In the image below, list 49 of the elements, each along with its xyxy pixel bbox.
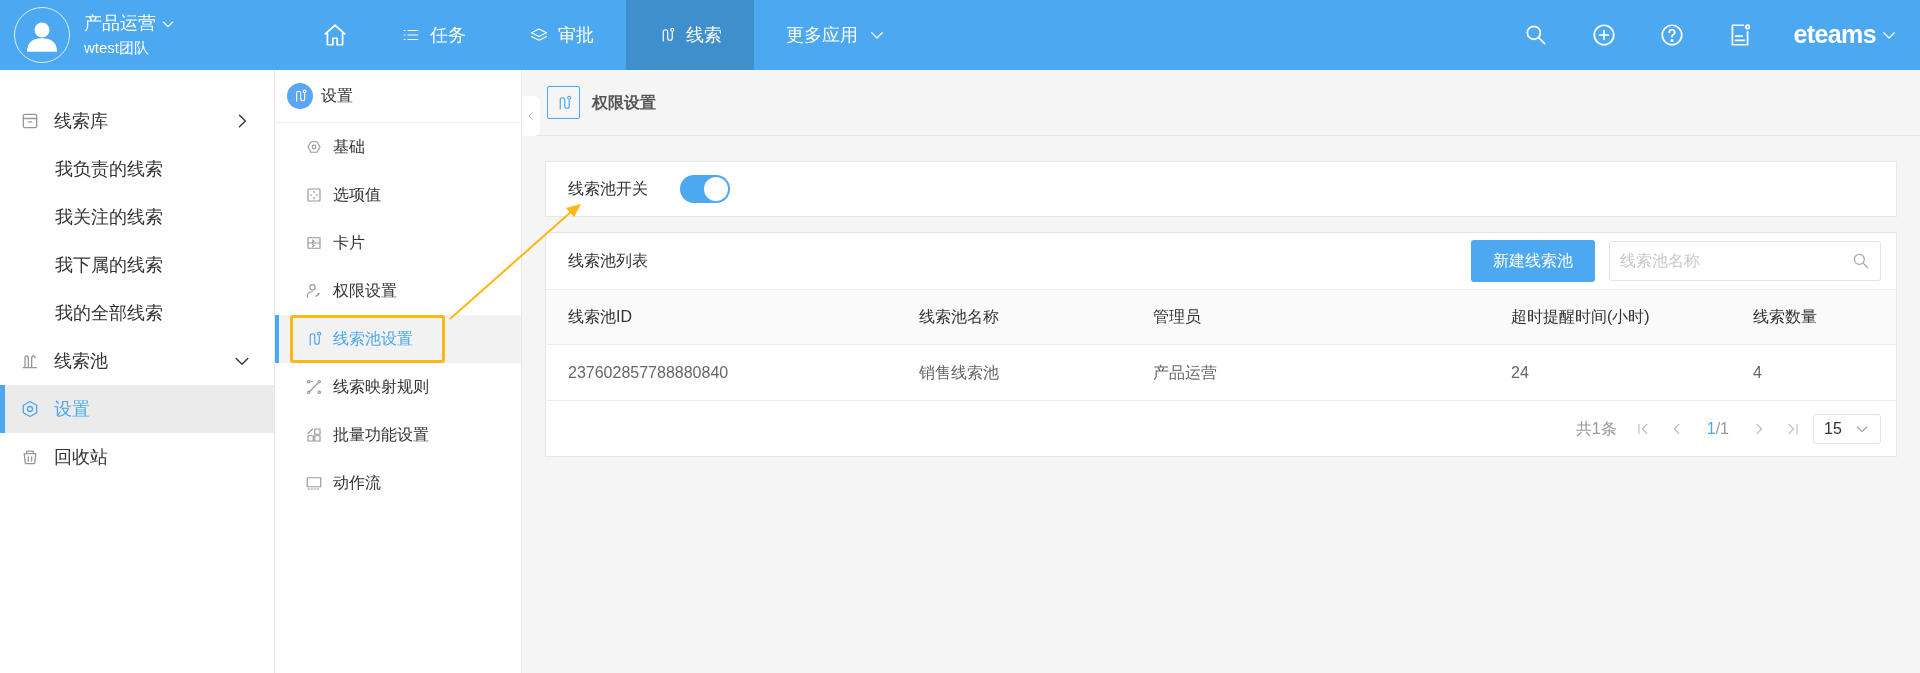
table-cell-text: 24 [1511,362,1530,383]
collapse-button[interactable] [522,96,540,136]
help-icon [1658,22,1685,48]
gear-icon [305,138,323,156]
grid-icon [305,426,323,444]
sidebar-subitem[interactable]: 我下属的线索 [0,241,274,289]
toggle-switch[interactable] [680,175,730,203]
settings-menu-item[interactable]: 权限设置 [275,267,521,315]
search-icon [1851,251,1871,271]
settings-menu-item[interactable]: 选项值 [275,171,521,219]
box-icon [20,111,40,131]
switch-label: 线索池开关 [568,179,648,199]
layers-icon [530,26,548,44]
list-title: 线索池列表 [568,251,649,271]
frame-icon [305,186,323,204]
sidebar-subitem[interactable]: 我关注的线索 [0,193,274,241]
table-cell-text: 237602857788880840 [568,362,730,383]
column-header: 管理员 [1153,307,1202,327]
monitor-icon [305,474,323,492]
column-header: 线索数量 [1753,307,1818,327]
settings-menu-item[interactable]: 线索映射规则 [275,363,521,411]
page-title: 权限设置 [592,92,656,113]
column-header: 线索池ID [568,307,633,327]
table-cell-text: 产品运营 [1153,362,1218,383]
settings-menu-item[interactable]: 批量功能设置 [275,411,521,459]
team-name: wtest团队 [84,38,150,58]
column-header: 线索池名称 [919,307,1000,327]
nodes-icon [305,378,323,396]
settings-menu-item[interactable]: 基础 [275,123,521,171]
card-icon [305,234,323,252]
sidebar-item[interactable]: 线索库 [0,97,274,145]
add-icon [1590,22,1617,48]
page-size-select[interactable]: 15 [1813,413,1881,444]
sidebar-item[interactable]: 回收站 [0,433,274,481]
settings-menu-item[interactable]: 卡片 [275,219,521,267]
hexagon-gear-icon [20,399,40,419]
page-indicator: 1/1 [1705,418,1730,439]
nav-tab[interactable]: 线索 [626,0,754,70]
total-count: 共1条 [1575,418,1617,439]
column-header: 超时提醒时间(小时) [1511,307,1651,327]
user-key-icon [305,282,323,300]
home-icon [322,22,348,48]
table-cell-text: 4 [1753,362,1763,383]
menu-title: 设置 [321,86,353,106]
sidebar-subitem[interactable]: 我的全部线索 [0,289,274,337]
sidebar-subitem[interactable]: 我负责的线索 [0,145,274,193]
sidebar-item[interactable]: 线索池 [0,337,274,385]
table-cell-text: 销售线索池 [919,362,1000,383]
settings-menu-item[interactable]: 动作流 [275,459,521,507]
